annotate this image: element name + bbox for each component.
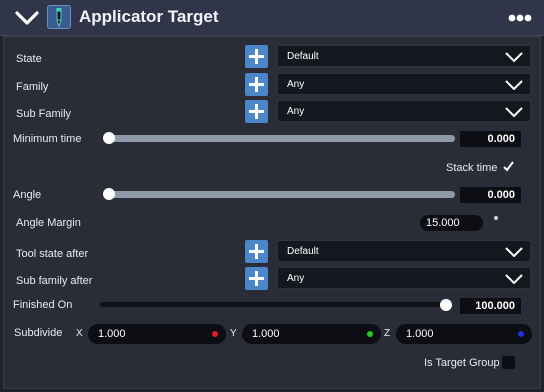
sub-family-after-dropdown[interactable]: Any: [277, 267, 531, 289]
subdivide-y-value: 1.000: [252, 328, 280, 340]
more-options-icon[interactable]: [508, 12, 532, 24]
subdivide-label: Subdivide: [14, 327, 63, 339]
angle-margin-label: Angle Margin: [16, 217, 81, 229]
subdivide-z-value: 1.000: [406, 328, 434, 340]
tool-state-after-value: Default: [287, 246, 319, 257]
finished-on-value[interactable]: 100.000: [460, 298, 521, 314]
component-title: Applicator Target: [79, 7, 219, 26]
applicator-component-icon: [47, 5, 71, 29]
sub-family-after-add-button[interactable]: [245, 267, 268, 290]
tool-state-after-label: Tool state after: [16, 248, 89, 260]
sub-family-after-label: Sub family after: [16, 275, 93, 287]
subdivide-y-field[interactable]: 1.000: [242, 324, 381, 344]
family-dropdown[interactable]: Any: [277, 73, 531, 95]
stack-time-checkbox[interactable]: [502, 160, 515, 173]
state-dropdown[interactable]: Default: [277, 45, 531, 67]
is-target-group-label: Is Target Group: [424, 357, 500, 369]
sub-family-add-button[interactable]: [245, 100, 268, 123]
minimum-time-label: Minimum time: [13, 133, 82, 145]
state-label: State: [16, 53, 42, 65]
chevron-down-icon[interactable]: [15, 10, 39, 26]
subdivide-z-axis-label: Z: [384, 328, 391, 339]
is-target-group-checkbox[interactable]: [502, 356, 515, 369]
angle-slider[interactable]: [104, 191, 455, 198]
subdivide-x-axis-label: X: [76, 328, 83, 339]
finished-on-label: Finished On: [13, 299, 73, 311]
component-header: Applicator Target: [0, 0, 544, 36]
minimum-time-slider[interactable]: [104, 135, 455, 142]
minimum-time-value[interactable]: 0.000: [460, 131, 521, 147]
stack-time-label: Stack time: [446, 162, 498, 174]
finished-on-slider[interactable]: [100, 302, 452, 307]
z-axis-color-icon: [518, 331, 524, 337]
angle-margin-value[interactable]: 15.000: [420, 215, 483, 231]
subdivide-y-axis-label: Y: [230, 328, 237, 339]
sub-family-after-value: Any: [287, 273, 305, 284]
subdivide-z-field[interactable]: 1.000: [396, 324, 532, 344]
sub-family-label: Sub Family: [16, 108, 72, 120]
chevron-down-icon: [505, 247, 523, 257]
chevron-down-icon: [505, 52, 523, 62]
finished-on-slider-handle[interactable]: [440, 299, 452, 311]
family-add-button[interactable]: [245, 73, 268, 96]
angle-label: Angle: [13, 189, 42, 201]
subdivide-x-field[interactable]: 1.000: [88, 324, 226, 344]
drag-handle-icon[interactable]: [494, 216, 498, 220]
chevron-down-icon: [505, 80, 523, 90]
y-axis-color-icon: [367, 331, 373, 337]
chevron-down-icon: [505, 274, 523, 284]
chevron-down-icon: [505, 107, 523, 117]
subdivide-x-value: 1.000: [98, 328, 126, 340]
angle-value[interactable]: 0.000: [460, 187, 521, 203]
sub-family-value: Any: [287, 106, 305, 117]
family-value: Any: [287, 79, 305, 90]
tool-state-after-dropdown[interactable]: Default: [277, 240, 531, 262]
angle-slider-handle[interactable]: [103, 188, 115, 200]
state-value: Default: [287, 51, 319, 62]
family-label: Family: [16, 81, 49, 93]
x-axis-color-icon: [212, 331, 218, 337]
tool-state-after-add-button[interactable]: [245, 240, 268, 263]
sub-family-dropdown[interactable]: Any: [277, 100, 531, 122]
minimum-time-slider-handle[interactable]: [103, 132, 115, 144]
state-add-button[interactable]: [245, 45, 268, 68]
